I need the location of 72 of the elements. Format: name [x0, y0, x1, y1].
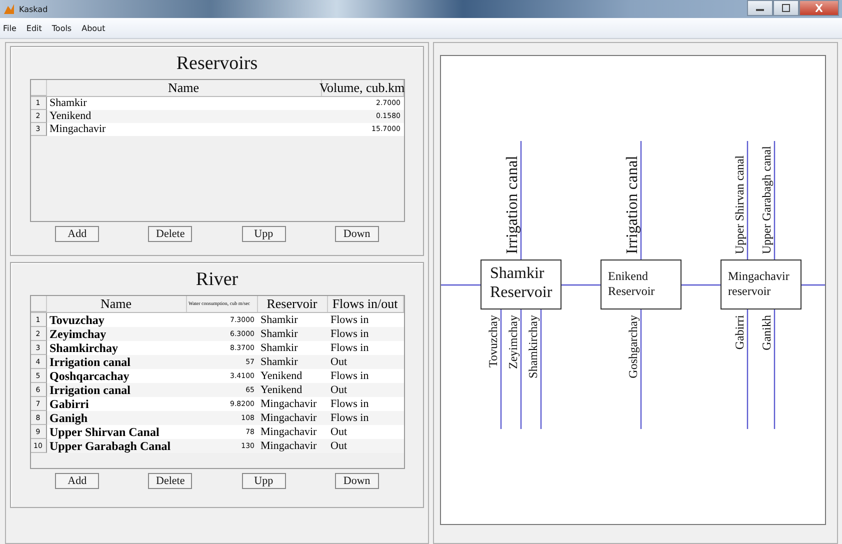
- table-button[interactable]: Add: [55, 473, 100, 489]
- app-icon: [3, 3, 15, 15]
- table-cell[interactable]: Zeyimchay: [46, 327, 186, 341]
- reservoir-node[interactable]: Enikend Reservoir: [600, 260, 682, 310]
- table-button[interactable]: Down: [334, 226, 379, 242]
- menu-item[interactable]: Tools: [52, 24, 72, 32]
- table-cell[interactable]: Shamkirchay: [46, 341, 186, 355]
- table-cell[interactable]: Upper Garabagh Canal: [46, 439, 186, 453]
- table-cell[interactable]: Shamkir: [46, 97, 322, 110]
- menu-item[interactable]: About: [82, 24, 106, 32]
- table-cell[interactable]: Mingachavir: [46, 123, 322, 136]
- table-cell[interactable]: Mingachavir: [258, 411, 328, 425]
- table-cell[interactable]: Mingachavir: [258, 397, 328, 411]
- river-label: Goshgarchay: [626, 315, 640, 378]
- table-cell[interactable]: Shamkir: [258, 313, 328, 327]
- table-cell[interactable]: Mingachavir: [258, 425, 328, 439]
- table-cell[interactable]: Flows in: [328, 397, 404, 411]
- table-button[interactable]: Down: [334, 473, 379, 489]
- column-header[interactable]: Volume, cub.km: [322, 80, 404, 96]
- table-cell[interactable]: Qoshqarcachay: [46, 369, 186, 383]
- close-button[interactable]: [799, 0, 839, 16]
- river-label: Shamkirchay: [526, 315, 540, 378]
- river-label: Ganikh: [760, 315, 774, 350]
- table-cell[interactable]: Out: [328, 355, 404, 369]
- table-cell[interactable]: Tovuzchay: [46, 313, 186, 327]
- table-cell[interactable]: Yenikend: [258, 383, 328, 397]
- table-cell[interactable]: Irrigation canal: [46, 383, 186, 397]
- table-cell[interactable]: Shamkir: [258, 341, 328, 355]
- column-header[interactable]: Name: [46, 80, 322, 96]
- table-cell[interactable]: Out: [328, 383, 404, 397]
- table-button[interactable]: Upp: [242, 226, 286, 242]
- column-header[interactable]: Reservoir: [258, 296, 328, 312]
- table-cell[interactable]: Shamkir: [258, 327, 328, 341]
- menu-item[interactable]: Edit: [26, 24, 42, 32]
- table-cell[interactable]: Irrigation canal: [46, 355, 186, 369]
- river-label: Irrigation canal: [624, 156, 641, 254]
- river-label: Irrigation canal: [504, 156, 521, 254]
- table-button[interactable]: Add: [55, 226, 100, 242]
- table-cell[interactable]: Mingachavir: [258, 439, 328, 453]
- river-label: Zeyimchay: [506, 315, 520, 369]
- table-button[interactable]: Upp: [242, 473, 286, 489]
- reservoir-node[interactable]: Shamkir Reservoir: [480, 260, 562, 310]
- river-label: Tovuzchay: [486, 315, 500, 368]
- table-cell[interactable]: Flows in: [328, 341, 404, 355]
- menu-item[interactable]: File: [3, 24, 16, 32]
- river-label: Upper Shirvan canal: [732, 155, 746, 254]
- table-cell[interactable]: Out: [328, 439, 404, 453]
- table-cell[interactable]: Yenikend: [258, 369, 328, 383]
- table-cell[interactable]: Yenikend: [46, 110, 322, 123]
- river-label: Upper Garabagh canal: [760, 146, 774, 254]
- window-title: Kaskad: [19, 4, 48, 14]
- minimize-button[interactable]: [747, 0, 773, 16]
- river-label: Gabirri: [732, 315, 746, 350]
- table-button[interactable]: Delete: [148, 473, 192, 489]
- table-cell[interactable]: Flows in: [328, 313, 404, 327]
- table-cell[interactable]: Gabirri: [46, 397, 186, 411]
- table-cell[interactable]: Flows in: [328, 369, 404, 383]
- table-cell[interactable]: Flows in: [328, 411, 404, 425]
- column-header[interactable]: Name: [46, 296, 186, 312]
- table-button[interactable]: Delete: [148, 226, 192, 242]
- reservoir-node[interactable]: Mingachavir reservoir: [720, 260, 802, 310]
- maximize-icon: [781, 4, 791, 12]
- table-cell[interactable]: Upper Shirvan Canal: [46, 425, 186, 439]
- column-header[interactable]: Flows in/out: [328, 296, 404, 312]
- panel-title: River: [196, 269, 238, 291]
- table-cell[interactable]: Out: [328, 425, 404, 439]
- close-icon: [814, 4, 824, 12]
- table-cell[interactable]: Shamkir: [258, 355, 328, 369]
- maximize-button[interactable]: [773, 0, 799, 16]
- table-cell[interactable]: Ganigh: [46, 411, 186, 425]
- table-cell[interactable]: Flows in: [328, 327, 404, 341]
- panel-title: Reservoirs: [176, 53, 258, 75]
